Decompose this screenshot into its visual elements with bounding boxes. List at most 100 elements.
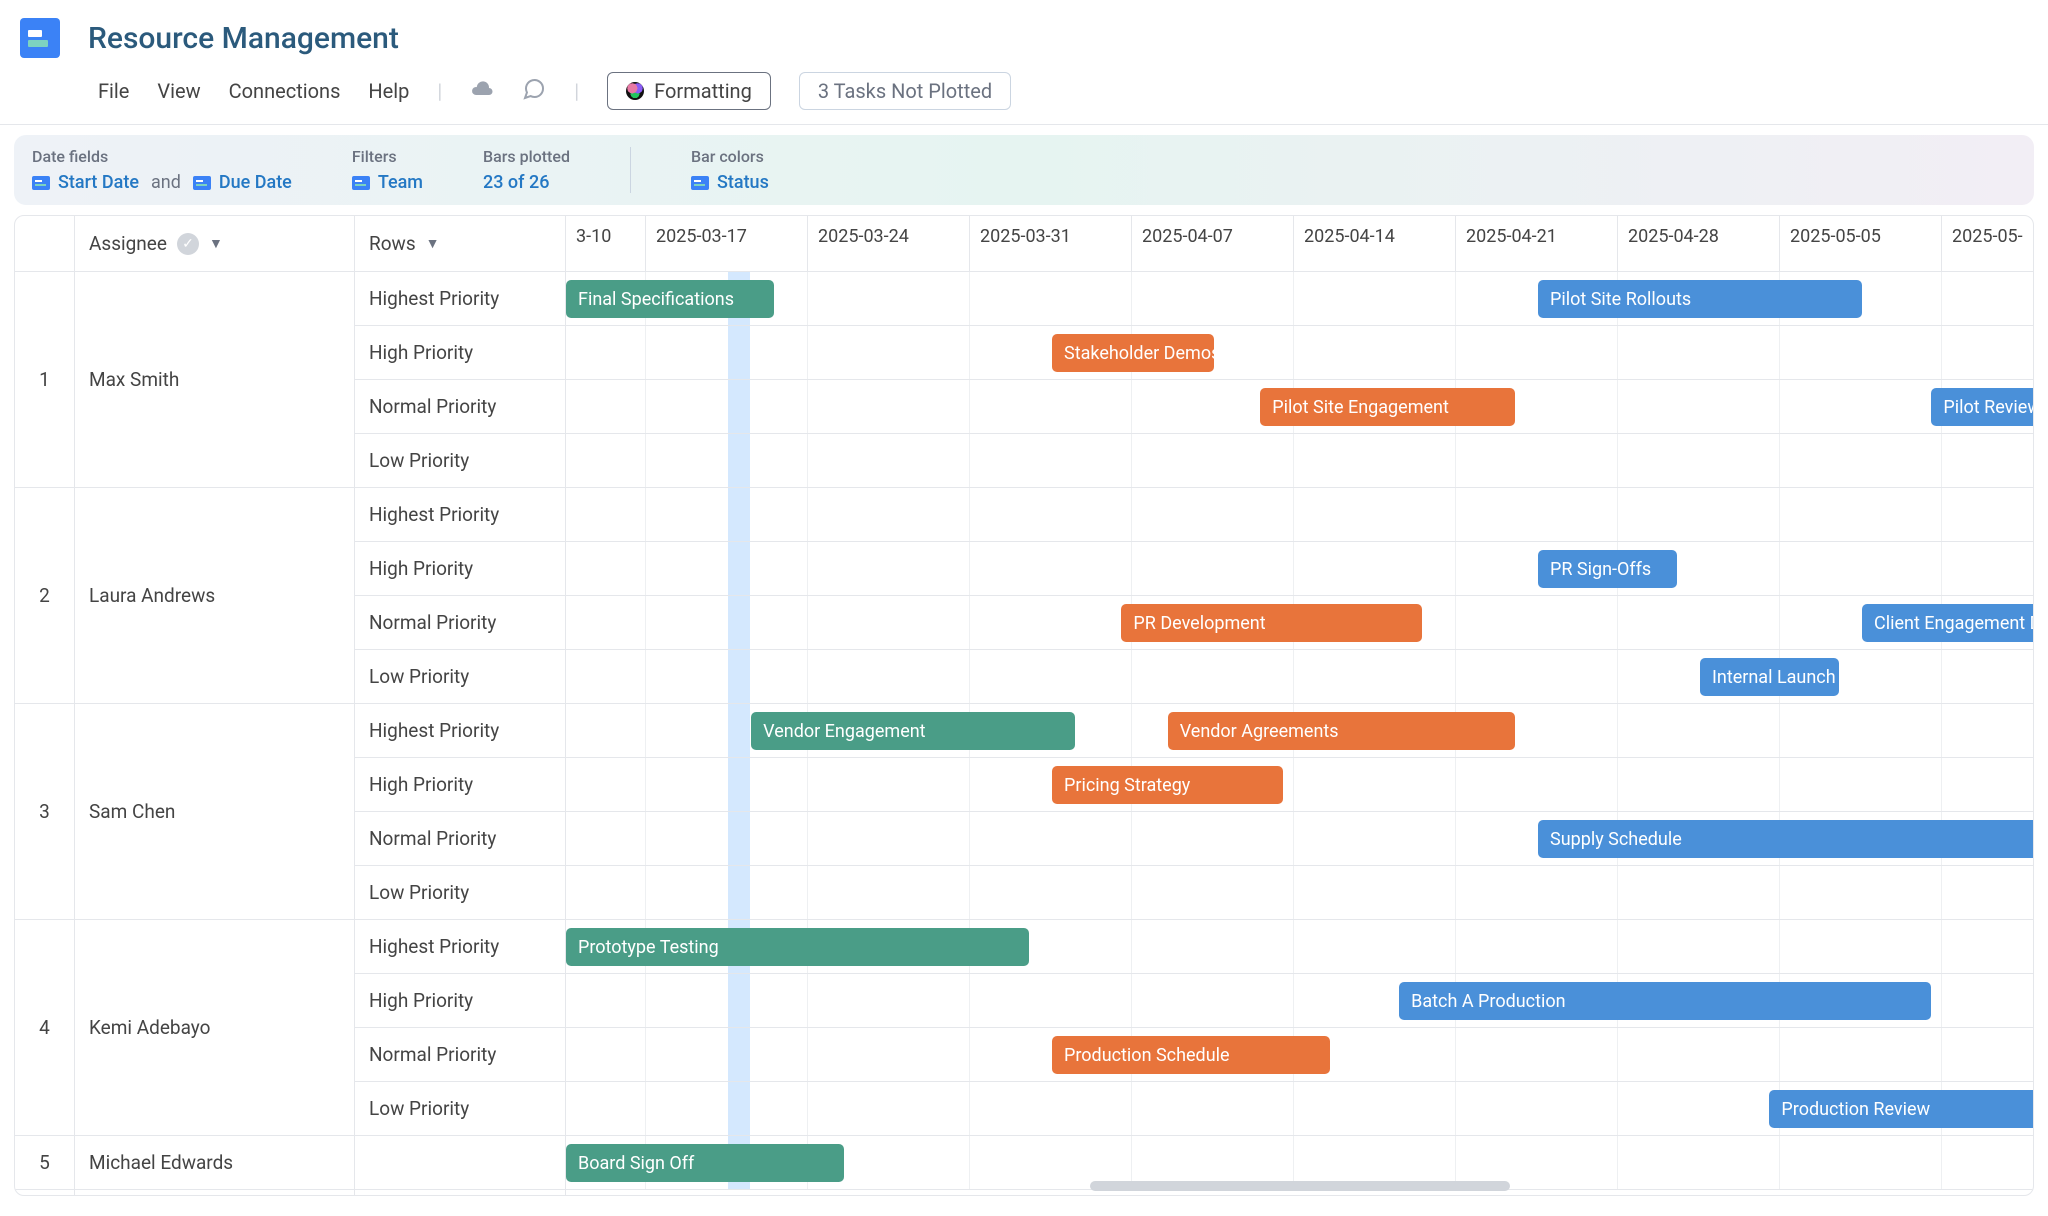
priority-cell: Normal Priority [355, 812, 565, 866]
filters-link[interactable]: Team [378, 172, 423, 193]
separator: | [437, 79, 442, 103]
priority-cell: Low Priority [355, 434, 565, 488]
date-tick: 2025-05-05 [1780, 216, 1942, 271]
timeline-row [566, 434, 2033, 488]
filter-chip-bar: Date fields Start Date and Due Date Filt… [14, 135, 2034, 205]
priority-cell: Normal Priority [355, 1028, 565, 1082]
priority-cell: Low Priority [355, 650, 565, 704]
separator: | [574, 79, 579, 103]
comment-icon[interactable] [522, 77, 546, 106]
date-tick: 2025-04-28 [1618, 216, 1780, 271]
date-tick: 2025-05- [1942, 216, 2033, 271]
gantt-bar[interactable]: Prototype Testing [566, 928, 1029, 966]
timeline-header: 3-102025-03-172025-03-242025-03-312025-0… [566, 216, 2033, 272]
gantt-bar[interactable]: Batch A Production [1399, 982, 1931, 1020]
timeline-row: Batch A Production [566, 974, 2033, 1028]
rows-column-label: Rows [369, 232, 416, 255]
assignee-cell[interactable]: Sam Chen [75, 704, 354, 920]
filters-group: Filters Team [352, 147, 423, 193]
start-date-link[interactable]: Start Date [58, 172, 139, 193]
gantt-bar[interactable]: Supply Schedule [1538, 820, 2033, 858]
gantt-bar[interactable]: PR Sign-Offs [1538, 550, 1677, 588]
timeline-row: Prototype Testing [566, 920, 2033, 974]
assignee-column-head[interactable]: Assignee ✓ ▼ [75, 216, 354, 272]
tasks-not-plotted-label: 3 Tasks Not Plotted [818, 79, 992, 103]
palette-icon [626, 82, 644, 100]
menu-help[interactable]: Help [368, 79, 409, 103]
filters-label: Filters [352, 147, 423, 166]
gantt-bar[interactable]: Stakeholder Demos [1052, 334, 1214, 372]
due-date-link[interactable]: Due Date [219, 172, 292, 193]
assignee-cell[interactable]: Max Smith [75, 272, 354, 488]
priority-cell: Normal Priority [355, 380, 565, 434]
rows-column-head[interactable]: Rows ▼ [355, 216, 565, 272]
priority-cell: Low Priority [355, 866, 565, 920]
gantt-bar[interactable]: Client Engagement Day [1862, 604, 2033, 642]
timeline-row: Internal Launch [566, 650, 2033, 704]
gantt-bar[interactable]: Production Schedule [1052, 1036, 1330, 1074]
formatting-button[interactable]: Formatting [607, 72, 771, 110]
index-column: 12345 [15, 216, 75, 1195]
chevron-down-icon: ▼ [426, 235, 440, 252]
timeline-row: PR Development Client Engagement Day [566, 596, 2033, 650]
priority-cell: High Priority [355, 758, 565, 812]
timeline-row: Production Review [566, 1082, 2033, 1136]
assignee-cell[interactable]: Michael Edwards [75, 1136, 354, 1190]
assignee-column-label: Assignee [89, 232, 167, 255]
gantt-bar[interactable]: Production Review [1769, 1090, 2033, 1128]
menubar: File View Connections Help | | Formattin… [20, 58, 2028, 124]
index-cell: 4 [15, 920, 74, 1136]
index-cell: 2 [15, 488, 74, 704]
date-tick: 2025-03-31 [970, 216, 1132, 271]
menu-view[interactable]: View [157, 79, 200, 103]
timeline-row: Production Schedule [566, 1028, 2033, 1082]
gantt-grid: 12345 Assignee ✓ ▼ Max SmithLaura Andrew… [14, 215, 2034, 1196]
tasks-not-plotted-button[interactable]: 3 Tasks Not Plotted [799, 72, 1011, 110]
field-icon [193, 176, 211, 190]
date-tick: 2025-03-17 [646, 216, 808, 271]
timeline-row: Vendor Engagement Vendor Agreements [566, 704, 2033, 758]
horizontal-scrollbar[interactable] [1090, 1181, 1510, 1191]
gantt-bar[interactable]: Pilot Site Rollouts [1538, 280, 1862, 318]
gantt-bar[interactable]: Vendor Engagement [751, 712, 1075, 750]
menu-file[interactable]: File [98, 79, 129, 103]
timeline-row: PR Sign-Offs [566, 542, 2033, 596]
timeline-row: Pricing Strategy [566, 758, 2033, 812]
gantt-bar[interactable]: PR Development [1121, 604, 1422, 642]
bars-plotted-label: Bars plotted [483, 147, 570, 166]
date-tick: 2025-04-07 [1132, 216, 1294, 271]
date-fields-group: Date fields Start Date and Due Date [32, 147, 292, 193]
menu-connections[interactable]: Connections [229, 79, 341, 103]
index-column-head [15, 216, 74, 272]
bar-colors-label: Bar colors [691, 147, 769, 166]
priority-cell: Highest Priority [355, 704, 565, 758]
chevron-down-icon: ▼ [209, 235, 223, 252]
field-icon [32, 176, 50, 190]
priority-cell: Normal Priority [355, 596, 565, 650]
priority-cell: Highest Priority [355, 488, 565, 542]
assignee-cell[interactable]: Laura Andrews [75, 488, 354, 704]
bars-plotted-value[interactable]: 23 of 26 [483, 172, 570, 193]
gantt-bar[interactable]: Final Specifications [566, 280, 774, 318]
gantt-bar[interactable]: Pilot Reviews [1931, 388, 2033, 426]
rows-column: Rows ▼ Highest PriorityHigh PriorityNorm… [355, 216, 565, 1195]
gantt-bar[interactable]: Pilot Site Engagement [1260, 388, 1515, 426]
gantt-bar[interactable]: Internal Launch [1700, 658, 1839, 696]
index-cell: 3 [15, 704, 74, 920]
gantt-bar[interactable]: Pricing Strategy [1052, 766, 1283, 804]
cloud-icon[interactable] [470, 77, 494, 106]
field-icon [691, 176, 709, 190]
gantt-bar[interactable]: Vendor Agreements [1168, 712, 1515, 750]
timeline-rows: Final Specifications Pilot Site Rollouts S… [566, 272, 2033, 1190]
gantt-bar[interactable]: Board Sign Off [566, 1144, 844, 1182]
page-title: Resource Management [88, 21, 399, 56]
timeline-body: Final Specifications Pilot Site Rollouts S… [566, 272, 2033, 1190]
priority-cell: High Priority [355, 974, 565, 1028]
left-columns: 12345 Assignee ✓ ▼ Max SmithLaura Andrew… [15, 216, 566, 1195]
formatting-label: Formatting [654, 79, 752, 103]
date-tick: 2025-04-14 [1294, 216, 1456, 271]
date-tick: 2025-04-21 [1456, 216, 1618, 271]
bar-colors-link[interactable]: Status [717, 172, 769, 193]
assignee-cell[interactable]: Kemi Adebayo [75, 920, 354, 1136]
timeline-row: Pilot Site Engagement Pilot Reviews [566, 380, 2033, 434]
